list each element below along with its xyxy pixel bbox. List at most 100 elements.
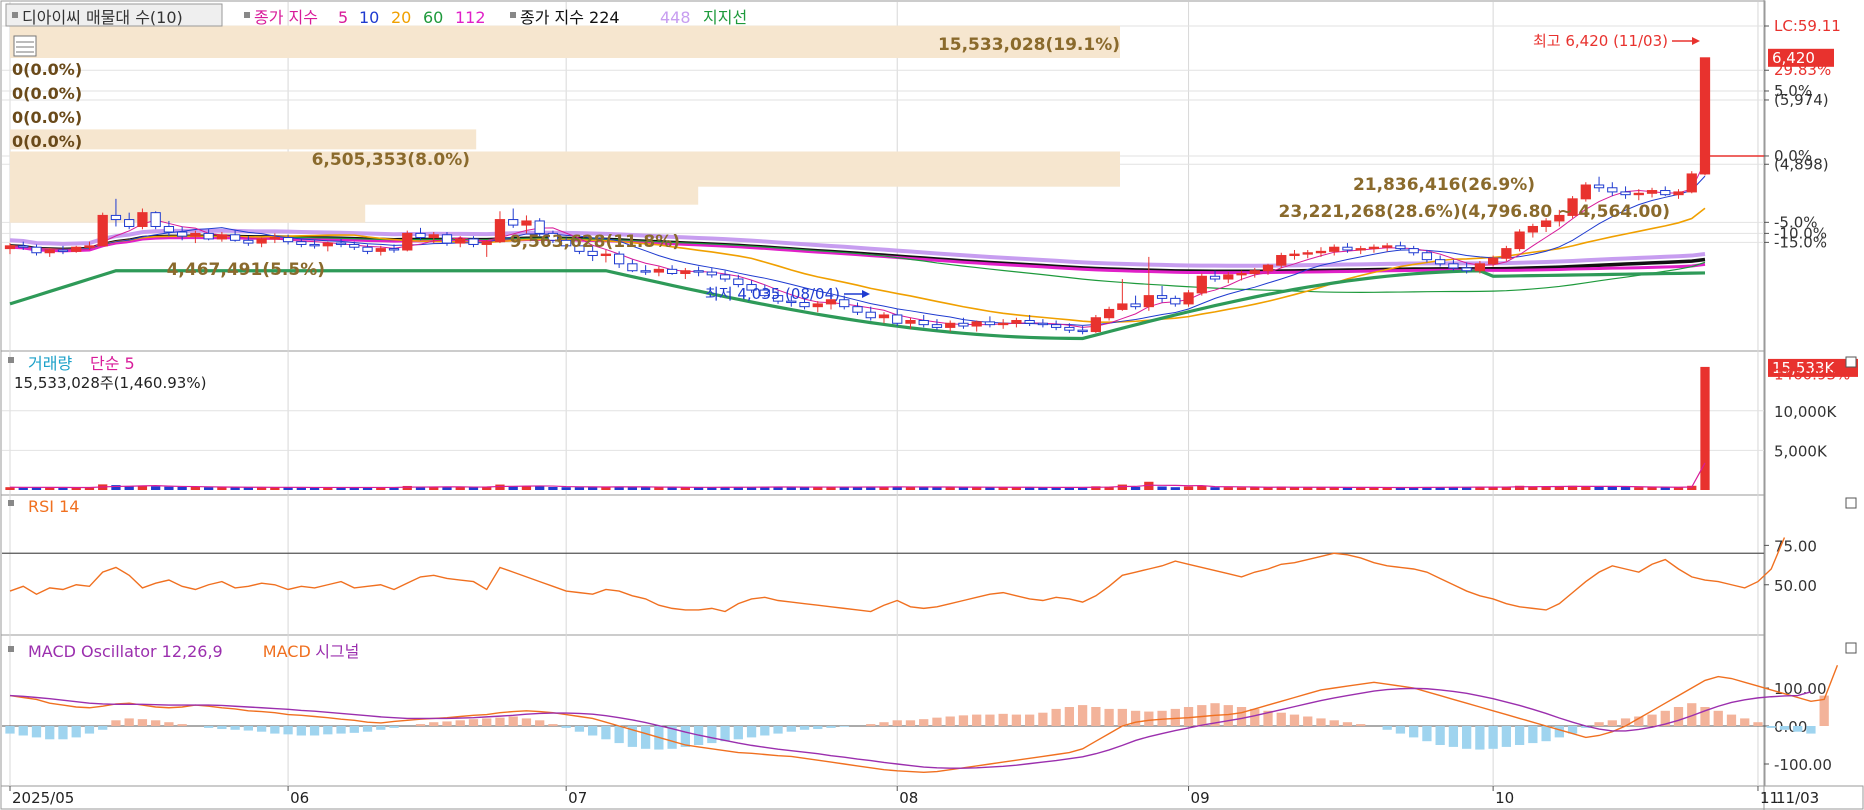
volume-bar[interactable] (177, 486, 187, 490)
candle[interactable] (1223, 274, 1234, 280)
candle[interactable] (1646, 190, 1658, 194)
macd-oscillator-bar[interactable] (1793, 726, 1803, 732)
macd-oscillator-bar[interactable] (892, 720, 902, 726)
volume-bar[interactable] (521, 486, 532, 490)
candle[interactable] (719, 274, 731, 280)
macd-oscillator-bar[interactable] (31, 726, 42, 738)
candle[interactable] (455, 238, 466, 244)
macd-oscillator-bar[interactable] (760, 726, 770, 736)
volume-bar[interactable] (1541, 486, 1551, 490)
candle[interactable] (1090, 317, 1101, 333)
candle[interactable] (653, 268, 665, 273)
candle[interactable] (229, 234, 241, 241)
macd-oscillator-bar[interactable] (786, 726, 796, 732)
candle[interactable] (349, 243, 360, 248)
candle[interactable] (84, 245, 95, 248)
macd-oscillator-bar[interactable] (1501, 726, 1512, 747)
macd-oscillator-bar[interactable] (1740, 718, 1750, 726)
macd-oscillator-bar[interactable] (588, 726, 598, 736)
stock-chart-window[interactable]: 2025/05 06 07 08 09 10 11 11/03 15,533,028(19.1%… (0, 0, 1864, 810)
volume-bar[interactable] (535, 486, 545, 490)
volume-bar[interactable] (1117, 484, 1127, 490)
macd-oscillator-bar[interactable] (1038, 712, 1048, 726)
candle[interactable] (1103, 308, 1115, 319)
macd-oscillator-bar[interactable] (58, 726, 68, 740)
macd-oscillator-bar[interactable] (508, 716, 518, 727)
candle[interactable] (150, 212, 161, 227)
macd-oscillator-bar[interactable] (905, 720, 916, 726)
macd-oscillator-bar[interactable] (124, 718, 134, 726)
candle[interactable] (1329, 246, 1340, 252)
volume-bar[interactable] (640, 487, 651, 490)
macd-oscillator-bar[interactable] (601, 726, 611, 740)
macd-oscillator-bar[interactable] (839, 726, 849, 727)
macd-oscillator-bar[interactable] (548, 724, 558, 726)
macd-oscillator-bar[interactable] (336, 726, 346, 734)
candle[interactable] (163, 225, 175, 233)
macd-oscillator-bar[interactable] (1051, 708, 1061, 726)
volume-bar[interactable] (455, 487, 465, 490)
candle[interactable] (508, 219, 519, 226)
rsi-panel[interactable] (0, 494, 1766, 636)
candle[interactable] (1607, 187, 1618, 193)
macd-oscillator-bar[interactable] (111, 720, 121, 726)
candle[interactable] (415, 232, 426, 239)
macd-oscillator-bar[interactable] (521, 718, 532, 726)
volume-bar[interactable] (164, 486, 174, 490)
volume-bar[interactable] (1620, 487, 1631, 490)
volume-bar[interactable] (1210, 487, 1220, 490)
close-icon[interactable] (1845, 497, 1857, 509)
macd-oscillator-bar[interactable] (482, 718, 492, 726)
macd-oscillator-bar[interactable] (45, 726, 55, 740)
volume-bar[interactable] (548, 487, 558, 490)
candle[interactable] (1276, 255, 1287, 266)
volume-bar[interactable] (203, 487, 214, 490)
macd-oscillator-bar[interactable] (151, 720, 161, 726)
candle[interactable] (1050, 324, 1062, 328)
macd-oscillator-bar[interactable] (1422, 726, 1432, 742)
candle[interactable] (388, 248, 400, 251)
candle[interactable] (216, 234, 228, 240)
candle[interactable] (680, 270, 691, 274)
macd-oscillator-bar[interactable] (256, 726, 267, 732)
volume-bar[interactable] (1303, 487, 1313, 490)
macd-oscillator-bar[interactable] (98, 726, 108, 730)
macd-oscillator-bar[interactable] (1766, 726, 1776, 728)
macd-oscillator-bar[interactable] (919, 719, 929, 726)
candle[interactable] (1262, 264, 1274, 272)
candle[interactable] (71, 246, 82, 252)
macd-oscillator-bar[interactable] (1382, 726, 1392, 730)
macd-oscillator-bar[interactable] (1025, 714, 1035, 726)
candle[interactable] (137, 212, 148, 227)
macd-oscillator-bar[interactable] (998, 713, 1008, 726)
volume-bar[interactable] (124, 486, 134, 490)
candle[interactable] (1580, 184, 1591, 200)
volume-bar[interactable] (574, 487, 585, 490)
macd-oscillator-bar[interactable] (1236, 707, 1247, 726)
macd-oscillator-bar[interactable] (813, 726, 823, 730)
macd-oscillator-bar[interactable] (958, 715, 969, 726)
candle[interactable] (1382, 245, 1393, 248)
candle[interactable] (282, 237, 294, 243)
candle[interactable] (945, 322, 956, 328)
volume-bar[interactable] (217, 487, 227, 490)
candle[interactable] (733, 278, 744, 286)
candle[interactable] (706, 271, 717, 276)
candle[interactable] (1686, 173, 1697, 193)
candle[interactable] (1342, 246, 1353, 251)
macd-oscillator-bar[interactable] (535, 720, 545, 726)
candle[interactable] (839, 299, 850, 308)
candle[interactable] (362, 246, 373, 252)
candle[interactable] (1593, 184, 1605, 189)
macd-oscillator-bar[interactable] (468, 719, 479, 726)
candle[interactable] (521, 220, 532, 226)
macd-oscillator-bar[interactable] (1409, 726, 1419, 738)
candle[interactable] (1289, 253, 1300, 257)
candle[interactable] (57, 249, 69, 252)
macd-oscillator-bar[interactable] (203, 726, 214, 728)
candle[interactable] (1024, 319, 1035, 324)
macd-oscillator-bar[interactable] (1448, 726, 1459, 747)
macd-oscillator-bar[interactable] (177, 724, 187, 726)
candle[interactable] (203, 232, 214, 240)
macd-oscillator-bar[interactable] (1528, 726, 1538, 744)
